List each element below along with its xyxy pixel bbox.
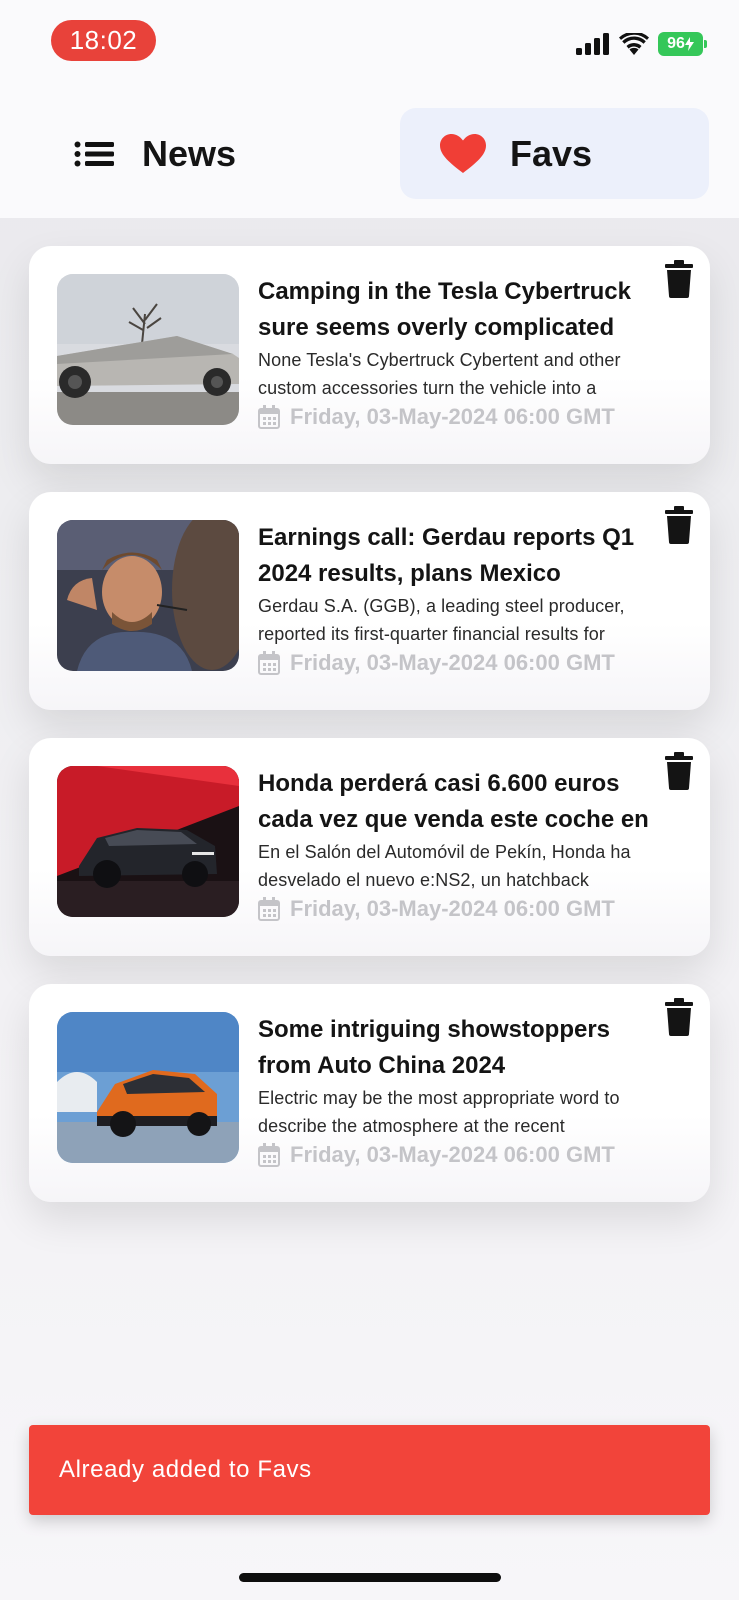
article-date-text: Friday, 03-May-2024 06:00 GMT: [290, 1142, 615, 1167]
article-title: Camping in the Tesla Cybertruck sure see…: [258, 278, 631, 341]
article-date-text: Friday, 03-May-2024 06:00 GMT: [290, 404, 615, 429]
trash-icon[interactable]: [665, 260, 693, 298]
article-description: Electric may be the most appropriate wor…: [258, 1088, 620, 1136]
charging-bolt-icon: [684, 37, 694, 51]
heart-icon: [440, 133, 486, 173]
article-title: Some intriguing showstoppers from Auto C…: [258, 1016, 611, 1079]
article-card[interactable]: Earnings call: Gerdau reports Q1 2024 re…: [29, 492, 710, 710]
favs-list: Camping in the Tesla Cybertruck sure see…: [29, 246, 710, 1230]
article-date: Friday, 03-May-2024 06:00 GMT: [258, 650, 615, 676]
home-indicator[interactable]: [239, 1573, 501, 1582]
status-bar: 18:02 96: [0, 0, 739, 100]
tab-favs-label: Favs: [510, 132, 593, 174]
tab-bar: News Favs: [0, 100, 739, 218]
article-date: Friday, 03-May-2024 06:00 GMT: [258, 1142, 615, 1168]
list-icon: [74, 141, 114, 166]
article-description: Gerdau S.A. (GGB), a leading steel produ…: [258, 596, 625, 644]
article-date-text: Friday, 03-May-2024 06:00 GMT: [290, 896, 615, 921]
cellular-signal-icon: [576, 33, 609, 55]
article-card[interactable]: Honda perderá casi 6.600 euros cada vez …: [29, 738, 710, 956]
battery-level: 96: [667, 35, 685, 52]
snackbar-message: Already added to Favs: [59, 1456, 312, 1483]
calendar-icon: [258, 1143, 280, 1167]
article-date: Friday, 03-May-2024 06:00 GMT: [258, 896, 615, 922]
article-card[interactable]: Some intriguing showstoppers from Auto C…: [29, 984, 710, 1202]
article-title: Honda perderá casi 6.600 euros cada vez …: [258, 770, 649, 833]
trash-icon[interactable]: [665, 506, 693, 544]
trash-icon[interactable]: [665, 752, 693, 790]
status-icons: 96: [576, 32, 707, 56]
calendar-icon: [258, 651, 280, 675]
snackbar: Already added to Favs: [29, 1425, 710, 1515]
favs-screen: 18:02 96 News Favs Camping in the Tesla …: [0, 0, 739, 1600]
tab-news-label: News: [142, 132, 237, 174]
article-thumbnail: [57, 520, 239, 671]
article-card[interactable]: Camping in the Tesla Cybertruck sure see…: [29, 246, 710, 464]
article-date-text: Friday, 03-May-2024 06:00 GMT: [290, 650, 615, 675]
article-description: None Tesla's Cybertruck Cybertent and ot…: [258, 350, 621, 398]
article-date: Friday, 03-May-2024 06:00 GMT: [258, 404, 615, 430]
calendar-icon: [258, 405, 280, 429]
status-time: 18:02: [51, 20, 156, 61]
trash-icon[interactable]: [665, 998, 693, 1036]
article-thumbnail: [57, 274, 239, 425]
wifi-icon: [619, 33, 649, 55]
tab-news[interactable]: News: [60, 108, 320, 199]
article-title: Earnings call: Gerdau reports Q1 2024 re…: [258, 524, 635, 587]
tab-favs[interactable]: Favs: [400, 108, 709, 199]
article-thumbnail: [57, 1012, 239, 1163]
calendar-icon: [258, 897, 280, 921]
article-description: En el Salón del Automóvil de Pekín, Hond…: [258, 842, 631, 890]
battery-charging-icon: 96: [658, 32, 707, 56]
article-thumbnail: [57, 766, 239, 917]
